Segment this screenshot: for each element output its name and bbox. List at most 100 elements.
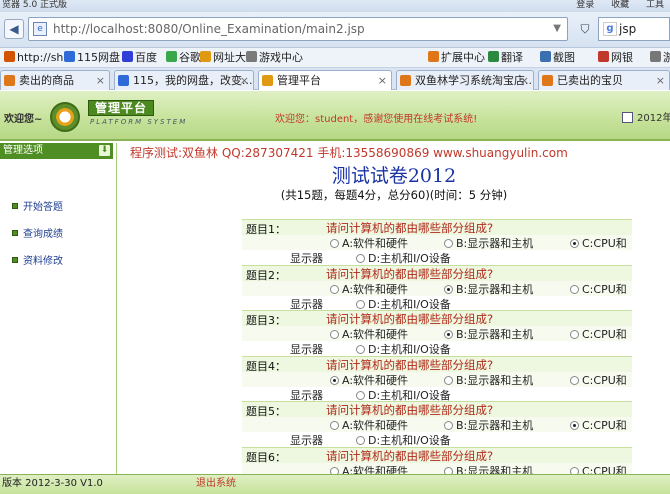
bookmark-item[interactable]: 游戏中心 bbox=[246, 48, 303, 67]
option-c[interactable]: C:CPU和 bbox=[570, 372, 627, 388]
option-a-label: A:软件和硬件 bbox=[342, 373, 409, 387]
bookmark-item[interactable]: 谷歌 bbox=[166, 48, 201, 67]
radio-d[interactable] bbox=[356, 345, 365, 354]
radio-d[interactable] bbox=[356, 390, 365, 400]
bookmark-item[interactable]: 游 bbox=[650, 48, 670, 67]
bookmark-icon bbox=[540, 51, 551, 62]
bookmark-label: http://sh bbox=[17, 51, 64, 64]
collapse-icon[interactable]: ⬇ bbox=[99, 145, 110, 156]
radio-a[interactable] bbox=[330, 284, 339, 294]
menu-login[interactable]: 登录 bbox=[576, 0, 594, 10]
bookmark-item[interactable]: http://sh bbox=[4, 48, 63, 67]
radio-d[interactable] bbox=[356, 254, 365, 263]
option-c[interactable]: C:CPU和 bbox=[570, 417, 627, 433]
bookmark-icon bbox=[64, 51, 75, 62]
option-a[interactable]: A:软件和硬件 bbox=[330, 417, 408, 433]
radio-b[interactable] bbox=[444, 421, 453, 430]
option-b[interactable]: B:显示器和主机 bbox=[444, 281, 533, 297]
shield-icon[interactable]: ⛉ bbox=[576, 19, 594, 39]
option-b[interactable]: B:显示器和主机 bbox=[444, 372, 533, 388]
bullet-icon bbox=[12, 257, 18, 263]
radio-d[interactable] bbox=[356, 436, 365, 445]
option-b[interactable]: B:显示器和主机 bbox=[444, 326, 533, 342]
browser-title: 览器 5.0 正式版 bbox=[2, 0, 68, 10]
radio-a[interactable] bbox=[330, 239, 339, 248]
option-a-label: A:软件和硬件 bbox=[342, 237, 409, 250]
radio-d[interactable] bbox=[356, 299, 365, 309]
radio-b[interactable] bbox=[444, 239, 453, 248]
search-input[interactable]: g jsp bbox=[598, 17, 670, 41]
radio-b[interactable] bbox=[444, 330, 453, 339]
tab-favicon-icon bbox=[4, 75, 15, 86]
close-tab-icon[interactable]: × bbox=[520, 71, 529, 90]
browser-tab[interactable]: 115，我的网盘，改变... × bbox=[114, 70, 254, 90]
close-tab-icon[interactable]: × bbox=[96, 71, 105, 90]
tab-label: 已卖出的宝贝 bbox=[557, 74, 623, 87]
bookmark-item[interactable]: 扩展中心 bbox=[428, 48, 485, 67]
back-button[interactable]: ◀ bbox=[4, 19, 24, 39]
option-c[interactable]: C:CPU和 bbox=[570, 463, 627, 474]
browser-tab[interactable]: 双鱼林学习系统淘宝店... × bbox=[396, 70, 534, 90]
exam-title: 测试试卷2012 bbox=[331, 165, 457, 187]
radio-b[interactable] bbox=[444, 284, 453, 294]
option-a[interactable]: A:软件和硬件 bbox=[330, 281, 408, 297]
bookmark-item[interactable]: 截图 bbox=[540, 48, 575, 67]
bullet-icon bbox=[12, 203, 18, 209]
bookmark-icon bbox=[650, 51, 661, 62]
question-row: 题目2： 请问计算机的都由哪些部分组成? A:软件和硬件 B:显示器和主机 C:CPU和… bbox=[242, 264, 632, 311]
question-text: 请问计算机的都由哪些部分组成? bbox=[326, 266, 494, 281]
option-a[interactable]: A:软件和硬件 bbox=[330, 235, 408, 251]
option-b[interactable]: B:显示器和主机 bbox=[444, 463, 533, 474]
browser-tab[interactable]: 管理平台 × bbox=[258, 70, 392, 90]
option-b[interactable]: B:显示器和主机 bbox=[444, 235, 533, 251]
radio-b[interactable] bbox=[444, 466, 453, 474]
radio-a[interactable] bbox=[330, 421, 339, 430]
dropdown-arrow-icon[interactable]: ▼ bbox=[553, 23, 561, 34]
radio-c[interactable] bbox=[570, 284, 579, 294]
menu-tools[interactable]: 工具 bbox=[646, 0, 664, 10]
radio-a[interactable] bbox=[330, 330, 339, 339]
option-c-label: C:CPU和 bbox=[582, 282, 627, 296]
browser-tab[interactable]: 已卖出的宝贝 × bbox=[538, 70, 670, 90]
radio-a[interactable] bbox=[330, 375, 339, 385]
bookmark-item[interactable]: 翻译 bbox=[488, 48, 523, 67]
question-header: 题目4： 请问计算机的都由哪些部分组成? bbox=[242, 356, 632, 373]
bookmark-item[interactable]: 网银 bbox=[598, 48, 633, 67]
option-a[interactable]: A:软件和硬件 bbox=[330, 463, 408, 474]
browser-tab[interactable]: 卖出的商品 × bbox=[0, 70, 110, 90]
sidebar: 管理选项 ⬇ 开始答题 查询成绩 资料修改 bbox=[0, 143, 117, 474]
tab-favicon-icon bbox=[400, 75, 411, 86]
bookmark-icon bbox=[122, 51, 133, 62]
radio-c[interactable] bbox=[570, 375, 579, 385]
sidebar-item-start-exam[interactable]: 开始答题 bbox=[12, 198, 63, 213]
option-a[interactable]: A:软件和硬件 bbox=[330, 326, 408, 342]
sidebar-item-edit-profile[interactable]: 资料修改 bbox=[12, 252, 63, 267]
question-row: 题目3： 请问计算机的都由哪些部分组成? A:软件和硬件 B:显示器和主机 C:CPU和… bbox=[242, 310, 632, 356]
close-tab-icon[interactable]: × bbox=[656, 71, 665, 90]
platform-logo-icon bbox=[50, 102, 80, 132]
options-row: A:软件和硬件 B:显示器和主机 C:CPU和 bbox=[242, 462, 632, 474]
options-row-2: 显示器 D:主机和I/O设备 bbox=[242, 250, 632, 265]
radio-c[interactable] bbox=[570, 239, 579, 248]
radio-b[interactable] bbox=[444, 375, 453, 385]
radio-a[interactable] bbox=[330, 466, 339, 474]
bookmark-item[interactable]: 115网盘 bbox=[64, 48, 120, 67]
option-c[interactable]: C:CPU和 bbox=[570, 281, 627, 297]
close-tab-icon[interactable]: × bbox=[378, 71, 387, 90]
option-c[interactable]: C:CPU和 bbox=[570, 326, 627, 342]
radio-c[interactable] bbox=[570, 421, 579, 430]
radio-c[interactable] bbox=[570, 466, 579, 474]
bookmark-item[interactable]: 百度 bbox=[122, 48, 157, 67]
option-c[interactable]: C:CPU和 bbox=[570, 235, 627, 251]
address-bar[interactable]: e http://localhost:8080/Online_Examinati… bbox=[28, 17, 568, 41]
bookmark-icon bbox=[488, 51, 499, 62]
close-tab-icon[interactable]: × bbox=[240, 71, 249, 90]
option-a[interactable]: A:软件和硬件 bbox=[330, 372, 408, 388]
option-b[interactable]: B:显示器和主机 bbox=[444, 417, 533, 433]
logout-link[interactable]: 退出系统 bbox=[196, 475, 236, 493]
radio-c[interactable] bbox=[570, 330, 579, 339]
url-text[interactable]: http://localhost:8080/Online_Examination… bbox=[53, 22, 365, 36]
menu-favorites[interactable]: 收藏 bbox=[611, 0, 629, 10]
option-d-label: D:主机和I/O设备 bbox=[368, 297, 451, 311]
sidebar-item-query-score[interactable]: 查询成绩 bbox=[12, 225, 63, 240]
